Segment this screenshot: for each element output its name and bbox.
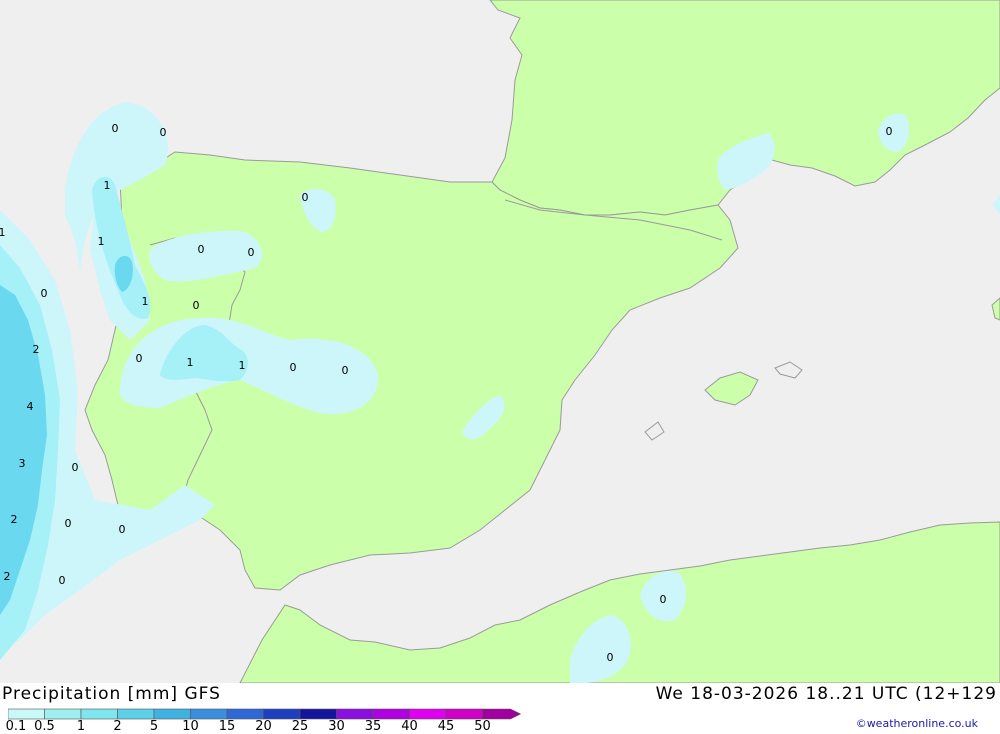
map-label: 3 [19,457,26,470]
map-label: 1 [104,179,111,192]
map-title: Precipitation [mm] GFS [2,684,221,704]
map-label: 0 [119,523,126,536]
legend-swatch [226,708,264,720]
map-label: 1 [142,295,149,308]
legend-swatch [153,708,191,720]
map-label: 1 [239,359,246,372]
map-label: 0 [342,364,349,377]
legend-swatch [299,708,337,720]
forecast-datetime: We 18-03-2026 18..21 UTC (12+129 [655,684,997,704]
legend-tick-label: 15 [218,719,236,734]
map-label: 0 [136,352,143,365]
legend-tick-label: 30 [328,719,345,734]
legend-swatch [445,708,483,720]
map-label: 0 [193,299,200,312]
legend-tick-label: 2 [113,719,122,734]
legend-swatch [372,708,410,720]
map-label: 0 [59,574,66,587]
map-label: 4 [27,400,34,413]
map-label: 0 [607,651,614,664]
legend-tick-label: 25 [291,719,309,734]
map-label: 0 [886,125,893,138]
legend-swatch [336,708,374,720]
map-label: 0 [660,593,667,606]
precipitation-legend: 0.1 0.5 1 2 5 10 15 20 25 30 35 40 45 50 [5,708,528,734]
legend-tick-label: 0.5 [34,719,55,734]
map-label: 1 [187,356,194,369]
map-label: 2 [4,570,11,583]
legend-tick-label: 10 [182,719,199,734]
legend-tick-label: 1 [76,719,86,734]
map-label: 2 [11,513,18,526]
map-label: 0 [160,126,167,139]
legend-tick-label: 45 [437,719,455,734]
legend-tick-label: 20 [255,719,272,734]
legend-tick-label: 0.1 [5,719,27,734]
legend-swatch [117,708,155,720]
map-label: 2 [33,343,40,356]
map-label: 0 [248,246,255,259]
legend-swatch [8,708,45,720]
legend-tick-label: 50 [474,719,491,734]
map-label: 0 [41,287,48,300]
legend-tick-label: 35 [364,719,382,734]
map-label: 0 [72,461,79,474]
credit-link[interactable]: ©weatheronline.co.uk [856,717,978,730]
map-label: 0 [65,517,72,530]
legend-swatch [482,708,522,720]
precipitation-map: 0 0 1 0 1 0 0 1 0 0 1 1 0 0 0 2 4 3 0 2 … [0,0,1000,683]
legend-swatch [44,708,82,720]
legend-swatch [409,708,447,720]
map-label: 0 [112,122,119,135]
map-label: 0 [198,243,205,256]
legend-tick-label: 40 [401,719,418,734]
map-label: 1 [0,226,6,239]
map-label: 1 [98,235,105,248]
legend-swatch [263,708,301,720]
map-label: 0 [290,361,297,374]
map-label: 0 [302,191,309,204]
legend-tick-label: 5 [149,719,159,734]
legend-swatch [190,708,228,720]
legend-swatch [80,708,118,720]
